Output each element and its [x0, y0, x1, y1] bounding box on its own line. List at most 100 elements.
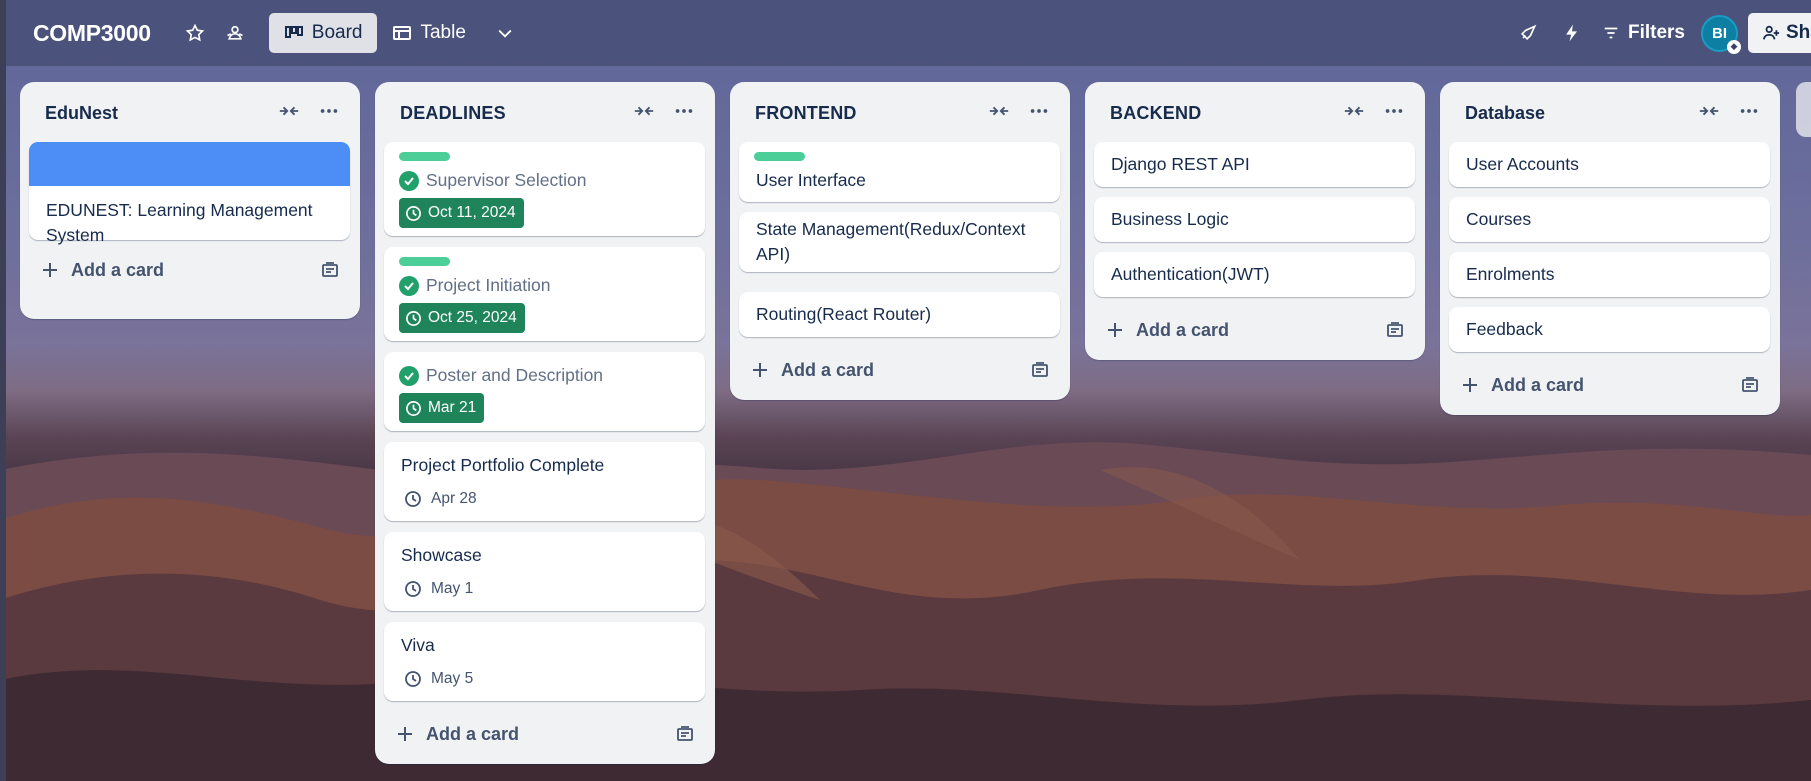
add-card-button[interactable]: Add a card — [29, 250, 350, 290]
card[interactable]: Feedback — [1449, 307, 1770, 352]
card-title: Poster and Description — [426, 365, 604, 385]
card-template-icon[interactable] — [1385, 320, 1405, 340]
list-actions-icon[interactable] — [1734, 96, 1764, 126]
card[interactable]: Poster and Description Mar 21 — [384, 352, 705, 431]
add-member-icon — [1762, 25, 1780, 40]
card[interactable]: Django REST API — [1094, 142, 1415, 187]
collapse-list-icon[interactable] — [1339, 96, 1369, 126]
list-database: Database User Accounts Courses Enrolment… — [1440, 82, 1780, 415]
table-view-icon — [393, 26, 412, 40]
card[interactable]: User Interface — [739, 142, 1060, 202]
plus-icon — [1108, 323, 1122, 337]
card-template-icon[interactable] — [1740, 375, 1760, 395]
card[interactable]: Showcase May 1 — [384, 532, 705, 611]
card-label-green[interactable] — [399, 152, 450, 161]
card[interactable]: Project Initiation Oct 25, 2024 — [384, 247, 705, 341]
plus-icon — [753, 363, 767, 377]
due-date-badge[interactable]: May 5 — [404, 667, 473, 691]
automation-lightning-icon[interactable] — [1552, 13, 1592, 53]
view-board-button[interactable]: Board — [268, 13, 378, 53]
power-ups-rocket-icon[interactable] — [1508, 13, 1548, 53]
list-actions-icon[interactable] — [314, 96, 344, 126]
card[interactable]: Routing(React Router) — [739, 292, 1060, 337]
card-title: User Accounts — [1466, 154, 1579, 174]
list-title[interactable]: BACKEND — [1110, 103, 1201, 124]
card[interactable]: State Management(Redux/Context API) — [739, 212, 1060, 272]
due-date-text: May 5 — [431, 670, 474, 687]
workspace-visibility-icon[interactable] — [215, 13, 255, 53]
add-card-button[interactable]: Add a card — [739, 350, 1060, 390]
avatar-initials: BI — [1712, 24, 1727, 42]
plus-icon — [1463, 378, 1477, 392]
add-card-label: Add a card — [71, 259, 165, 280]
view-board-label: Board — [311, 22, 363, 43]
list-title[interactable]: Database — [1465, 103, 1545, 124]
list-header: Database — [1440, 82, 1780, 144]
view-table-button[interactable]: Table — [377, 13, 480, 53]
clock-icon — [406, 310, 421, 326]
collapse-list-icon[interactable] — [1694, 96, 1724, 126]
list-actions-icon[interactable] — [669, 96, 699, 126]
add-card-label: Add a card — [781, 359, 875, 380]
card-title: Viva — [401, 635, 435, 655]
star-icon[interactable] — [175, 13, 215, 53]
collapse-list-icon[interactable] — [629, 96, 659, 126]
filters-button[interactable]: Filters — [1602, 22, 1685, 44]
card-label-green[interactable] — [399, 257, 450, 266]
list-title[interactable]: FRONTEND — [755, 103, 857, 124]
list-header: BACKEND — [1085, 82, 1425, 144]
card[interactable]: Project Portfolio Complete Apr 28 — [384, 442, 705, 521]
card-title: EDUNEST: Learning Management System — [46, 200, 313, 245]
add-card-label: Add a card — [426, 723, 520, 744]
card-title: User Interface — [756, 170, 866, 190]
share-button[interactable]: Share — [1748, 13, 1811, 53]
card-template-icon[interactable] — [320, 260, 340, 280]
admin-badge-icon: ◆ — [1727, 39, 1741, 54]
clock-icon — [405, 581, 421, 597]
collapse-list-icon[interactable] — [274, 96, 304, 126]
due-date-badge[interactable]: Apr 28 — [404, 487, 477, 511]
card-title: Enrolments — [1466, 264, 1555, 284]
due-date-badge[interactable]: Oct 11, 2024 — [399, 198, 524, 228]
card-template-icon[interactable] — [675, 724, 695, 744]
add-list-partial[interactable] — [1796, 82, 1811, 137]
list-title[interactable]: DEADLINES — [400, 103, 506, 124]
card[interactable]: Authentication(JWT) — [1094, 252, 1415, 297]
card[interactable]: User Accounts — [1449, 142, 1770, 187]
due-date-badge[interactable]: May 1 — [404, 577, 473, 601]
due-date-badge[interactable]: Mar 21 — [399, 393, 485, 423]
avatar[interactable]: BI ◆ — [1701, 14, 1741, 54]
card[interactable]: Supervisor Selection Oct 11, 2024 — [384, 142, 705, 236]
list-frontend: FRONTEND User Interface State Management… — [730, 82, 1070, 400]
board-title[interactable]: COMP3000 — [33, 20, 151, 47]
clock-icon — [406, 205, 421, 221]
list-actions-icon[interactable] — [1379, 96, 1409, 126]
card-title: Feedback — [1466, 319, 1543, 339]
card-label-green[interactable] — [754, 152, 805, 161]
card-title: Courses — [1466, 209, 1532, 229]
list-actions-icon[interactable] — [1024, 96, 1054, 126]
card[interactable]: Viva May 5 — [384, 622, 705, 701]
card-title: Routing(React Router) — [756, 304, 932, 324]
due-date-text: Apr 28 — [431, 490, 477, 507]
card[interactable]: EDUNEST: Learning Management System — [29, 142, 350, 245]
card[interactable]: Courses — [1449, 197, 1770, 242]
clock-icon — [405, 491, 421, 507]
card[interactable]: Enrolments — [1449, 252, 1770, 297]
list-title[interactable]: EduNest — [45, 103, 118, 124]
card[interactable]: Business Logic — [1094, 197, 1415, 242]
list-deadlines: DEADLINES Supervisor Selection Oct 11, 2… — [375, 82, 715, 764]
add-card-button[interactable]: Add a card — [1094, 310, 1415, 350]
due-date-text: Oct 11, 2024 — [428, 204, 516, 221]
left-edge-strip — [0, 0, 6, 781]
due-date-badge[interactable]: Oct 25, 2024 — [399, 303, 525, 333]
chevron-down-icon[interactable] — [485, 13, 525, 53]
collapse-list-icon[interactable] — [984, 96, 1014, 126]
clock-icon — [405, 671, 421, 687]
add-card-button[interactable]: Add a card — [384, 714, 705, 754]
card-title: Authentication(JWT) — [1111, 264, 1270, 284]
add-card-button[interactable]: Add a card — [1449, 365, 1770, 405]
card-template-icon[interactable] — [1030, 360, 1050, 380]
share-label: Share — [1786, 22, 1811, 43]
card-title: State Management(Redux/Context API) — [756, 219, 1026, 264]
